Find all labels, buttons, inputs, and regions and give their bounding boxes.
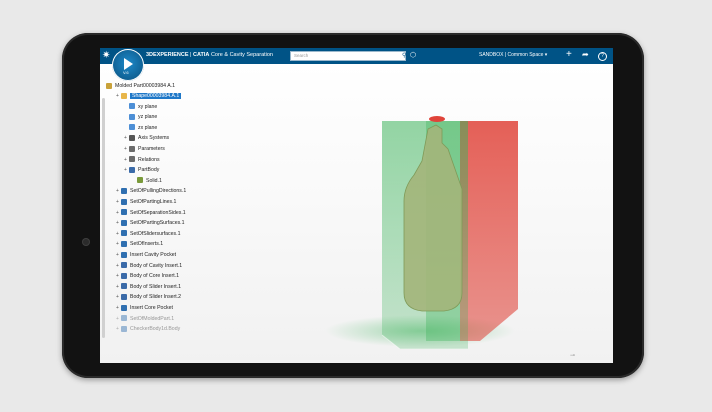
tree-item-label: Axis Systems	[138, 135, 170, 142]
body-icon	[129, 166, 135, 173]
set-icon	[121, 219, 127, 226]
shape-icon	[121, 92, 127, 99]
tree-item-label: zx plane	[138, 124, 158, 131]
pocket-icon	[121, 251, 127, 258]
tree-item-label: Parameters	[138, 146, 165, 152]
tree-item[interactable]: + Relations	[124, 156, 160, 164]
tree-item[interactable]: + SetOfPartingLines.1	[116, 198, 176, 206]
app-screen: ✷ 3DEXPERIENCE | CATIA Core & Cavity Sep…	[100, 48, 613, 363]
tree-item[interactable]: + Axis Systems	[124, 134, 169, 142]
share-icon[interactable]: ➦	[582, 50, 589, 59]
add-icon[interactable]: +	[566, 49, 572, 61]
tree-item[interactable]: + Body of Cavity Insert.1	[116, 262, 182, 270]
tree-item-label: SetOfMoldedPart.1	[130, 315, 175, 322]
tree-item-label: SetOfInserts.1	[130, 241, 164, 248]
tree-item-label: Relations	[138, 156, 160, 163]
ds-logo-icon[interactable]: ✷	[102, 50, 110, 62]
tree-item-label: Solid.1	[146, 177, 162, 184]
tree-item-label: Body of Slider Insert.2	[130, 294, 182, 301]
mold-model[interactable]	[300, 109, 560, 349]
tree-item[interactable]: zx plane	[124, 124, 157, 132]
compass-version: V.6	[123, 70, 129, 75]
tree-scrollbar[interactable]	[102, 98, 105, 338]
tag-icon[interactable]: ⬡	[410, 51, 416, 59]
plane-icon	[129, 124, 135, 131]
collab-space-label: SANDBOX | Common Space	[479, 52, 544, 58]
tree-item-label: Shape00003984.A.1	[130, 93, 182, 99]
tree-item-label: PartBody	[138, 167, 160, 174]
tree-item[interactable]: + SetOfSeparationSides.1	[116, 209, 186, 217]
plane-icon	[129, 103, 135, 110]
tree-item-label: Body of Core Insert.1	[130, 273, 180, 280]
tree-item-label: Body of Slider Insert.1	[130, 283, 182, 290]
body-icon	[121, 283, 127, 290]
tree-item-label: Body of Cavity Insert.1	[130, 262, 183, 269]
set-icon	[121, 209, 127, 216]
part-icon	[106, 82, 112, 89]
tree-root-label: Molded Part00003984 A.1	[115, 83, 175, 89]
tree-item[interactable]: + Body of Core Insert.1	[116, 272, 179, 280]
body-icon	[121, 294, 127, 301]
tree-item[interactable]: + SetOfSlidersurfaces.1	[116, 230, 180, 238]
tree-item[interactable]: + SetOfPartingSurfaces.1	[116, 219, 185, 227]
tree-item[interactable]: + PartBody	[124, 166, 159, 174]
tree-item-label: CheckerBody1d.Body	[130, 326, 181, 333]
brand-app: CATIA	[193, 52, 210, 58]
set-icon	[121, 315, 127, 322]
brand-3dexperience: 3DEXPERIENCE	[146, 52, 189, 58]
pocket-icon	[121, 304, 127, 311]
set-icon	[121, 188, 127, 195]
tree-item[interactable]: + Insert Core Pocket	[116, 304, 173, 312]
tree-item[interactable]: + Body of Slider Insert.1	[116, 283, 181, 291]
solid-icon	[137, 177, 143, 184]
tree-item-label: Insert Core Pocket	[130, 305, 173, 311]
compass-play-icon	[124, 58, 133, 70]
tree-item[interactable]: + CheckerBody1d.Body	[116, 325, 180, 333]
tree-item[interactable]: Solid.1	[132, 177, 162, 185]
tree-item-label: yz plane	[138, 114, 158, 121]
compass-icon[interactable]: V.6	[112, 49, 144, 81]
tree-item-label: Insert Cavity Pocket	[130, 252, 177, 258]
tree-item[interactable]: + SetOfMoldedPart.1	[116, 315, 174, 323]
collab-space-selector[interactable]: SANDBOX | Common Space ▾	[479, 52, 547, 58]
body-icon	[121, 262, 127, 269]
tree-item-label: SetOfPullingDirections.1	[130, 188, 187, 195]
tree-item[interactable]: + Body of Slider Insert.2	[116, 293, 181, 301]
tree-item[interactable]: yz plane	[124, 113, 157, 121]
tree-item-label: xy plane	[138, 103, 158, 110]
set-icon	[121, 230, 127, 237]
tree-item[interactable]: + Shape00003984.A.1	[116, 92, 182, 100]
tree-item-label: SetOfPartingLines.1	[130, 199, 177, 205]
search-icon[interactable]: ⚲	[402, 52, 406, 59]
brand-role: Core & Cavity Separation	[210, 52, 273, 58]
cavity-half[interactable]	[460, 121, 518, 341]
tree-item-label: SetOfSlidersurfaces.1	[130, 230, 181, 237]
plane-icon	[129, 113, 135, 120]
sprue-hole	[429, 116, 445, 122]
app-brand: 3DEXPERIENCE | CATIA Core & Cavity Separ…	[146, 52, 273, 58]
help-icon[interactable]: ?	[598, 52, 607, 61]
search-input[interactable]: Search	[290, 51, 406, 61]
set-icon	[121, 325, 127, 332]
axis-icon	[129, 135, 135, 142]
relations-icon	[129, 156, 135, 163]
tree-item-label: SetOfSeparationSides.1	[130, 209, 186, 216]
body-icon	[121, 272, 127, 279]
tree-root[interactable]: Molded Part00003984 A.1	[106, 82, 175, 90]
3d-viewport[interactable]: Molded Part00003984 A.1 + Shape00003984.A…	[100, 64, 613, 363]
tree-item[interactable]: + Insert Cavity Pocket	[116, 251, 176, 259]
search-placeholder: Search	[294, 53, 309, 58]
tree-item-label: SetOfPartingSurfaces.1	[130, 220, 185, 227]
set-icon	[121, 241, 127, 248]
tablet-home-button[interactable]	[82, 238, 90, 246]
tree-item[interactable]: + SetOfPullingDirections.1	[116, 187, 186, 195]
tree-item[interactable]: + SetOfInserts.1	[116, 240, 163, 248]
set-icon	[121, 198, 127, 205]
compass-axis-icon: ⊸	[570, 353, 576, 359]
tree-item[interactable]: + Parameters	[124, 145, 165, 153]
tree-item[interactable]: xy plane	[124, 103, 157, 111]
parameters-icon	[129, 145, 135, 152]
top-bar: ✷ 3DEXPERIENCE | CATIA Core & Cavity Sep…	[100, 48, 613, 64]
